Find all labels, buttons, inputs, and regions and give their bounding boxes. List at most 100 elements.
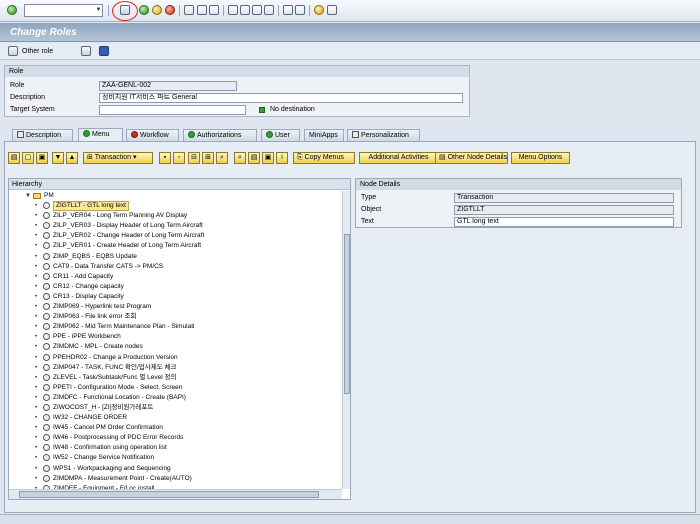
report-icon[interactable]: ▪ xyxy=(159,152,171,164)
tree-item[interactable]: • ZILP_VER02 - Change Header of Long Term… xyxy=(9,231,342,241)
tree-item[interactable]: • ZILP_VER04 - Long Term Planning AV Disp… xyxy=(9,211,342,221)
vertical-scroll-thumb[interactable] xyxy=(344,234,350,394)
tree-item[interactable]: • WPS1 - Workpackaging and Sequencing xyxy=(9,464,342,474)
tree-item[interactable]: • CR12 - Change capacity xyxy=(9,282,342,292)
target-system-field[interactable] xyxy=(99,105,246,115)
transaction-icon xyxy=(43,454,50,462)
transaction-icon xyxy=(43,343,50,351)
exit-icon[interactable] xyxy=(152,5,162,15)
other-icon[interactable]: ▫ xyxy=(173,152,185,164)
shortcut-icon[interactable] xyxy=(295,5,305,15)
cancel-icon[interactable] xyxy=(165,5,175,15)
search-icon[interactable]: ⌕ xyxy=(234,152,246,164)
type-field[interactable]: Transaction xyxy=(454,193,674,203)
tree-item[interactable]: • ZIMDMPA - Measurement Point - Create(AU… xyxy=(9,474,342,484)
role-field[interactable]: ZAA-GENL-002 xyxy=(99,81,237,91)
toolbar-separator xyxy=(223,5,224,16)
personalization-icon xyxy=(352,131,359,138)
vertical-scrollbar[interactable] xyxy=(342,191,350,489)
tree-item[interactable]: • ZIMP063 - File link error 조회 xyxy=(9,312,342,322)
help-icon[interactable] xyxy=(314,5,324,15)
next-page-icon[interactable] xyxy=(252,5,262,15)
copy-menus-button[interactable]: ⎘ Copy Menus xyxy=(293,152,355,164)
new-session-icon[interactable] xyxy=(283,5,293,15)
collapse-icon[interactable]: ⊟ xyxy=(188,152,200,164)
tab-personalization[interactable]: Personalization xyxy=(347,129,420,141)
tree-item-label: ZILP_VER03 - Display Header of Long Term… xyxy=(53,222,203,230)
hierarchy-panel: Hierarchy ▼ PM • ZIGTLLT - GTL long text •… xyxy=(8,178,351,500)
delete-node-icon[interactable]: ▣ xyxy=(36,152,48,164)
tree-item[interactable]: • ZIMDMC - MPL - Create nodes xyxy=(9,342,342,352)
toolbar-separator xyxy=(108,5,109,16)
tree-item[interactable]: • ZIMP047 - TASK, FUNC 확인/업사제도 체크 xyxy=(9,363,342,373)
tree-item[interactable]: • ZIWOCOST_H - [ZI]정비원가레포트 xyxy=(9,403,342,413)
last-page-icon[interactable] xyxy=(264,5,274,15)
move-down-icon[interactable]: ▼ xyxy=(52,152,64,164)
tab-user[interactable]: User xyxy=(261,129,300,141)
save-icon[interactable] xyxy=(120,5,130,15)
tree-item[interactable]: • PPETI - Configuration Mode - Select. Sc… xyxy=(9,383,342,393)
tree-item[interactable]: • ZLEVEL - Task/Subtask/Func 별 Level 정의 xyxy=(9,373,342,383)
other-role-button[interactable]: Other role xyxy=(22,46,53,58)
first-page-icon[interactable] xyxy=(228,5,238,15)
tree-item[interactable]: • IW45 - Cancel PM Order Confirmation xyxy=(9,423,342,433)
tab-authorizations[interactable]: Authorizations xyxy=(183,129,257,141)
tree-item[interactable]: • PPE - iPPE Workbench xyxy=(9,332,342,342)
transaction-icon xyxy=(43,313,50,321)
tree-item[interactable]: • CR11 - Add Capacity xyxy=(9,272,342,282)
tree-root[interactable]: ▼ PM xyxy=(9,191,342,201)
transaction-icon xyxy=(43,474,50,482)
other-node-details-button[interactable]: ▤ Other Node Details xyxy=(435,152,508,164)
change-display-icon[interactable] xyxy=(8,46,18,56)
tree-item-label: CR13 - Display Capacity xyxy=(53,292,124,300)
tree-item[interactable]: • IW46 - Postprocessing of PDC Error Reco… xyxy=(9,433,342,443)
tree-item[interactable]: • ZIMP_EQBS - EQBS Update xyxy=(9,252,342,262)
back-icon[interactable] xyxy=(139,5,149,15)
menu-options-button[interactable]: Menu Options xyxy=(511,152,570,164)
tree-item[interactable]: • ZIMDFC - Functional Location - Create (… xyxy=(9,393,342,403)
tree-item[interactable]: • PPEHDR02 - Change a Production Version xyxy=(9,353,342,363)
layout-menu-icon[interactable] xyxy=(327,5,337,15)
info-icon[interactable] xyxy=(99,46,109,56)
create-folder-icon[interactable]: ▢ xyxy=(22,152,34,164)
tab-miniapps[interactable]: MiniApps xyxy=(304,129,344,141)
tab-menu[interactable]: Menu xyxy=(78,128,123,141)
tree-item[interactable]: • IW32 - CHANGE ORDER xyxy=(9,413,342,423)
tree-item[interactable]: • CR13 - Display Capacity xyxy=(9,292,342,302)
find-node-icon[interactable]: ⌕ xyxy=(216,152,228,164)
save-menu-icon[interactable]: ▣ xyxy=(262,152,274,164)
horizontal-scroll-thumb[interactable] xyxy=(19,491,319,498)
hierarchy-icon[interactable] xyxy=(81,46,91,56)
tree-item[interactable]: • CAT9 - Data Transfer CATS -> PM/CS xyxy=(9,262,342,272)
move-up-icon[interactable]: ▲ xyxy=(66,152,78,164)
tree-item-label: ZIMP069 - Hyperlink test Program xyxy=(53,303,152,311)
tab-description[interactable]: Description xyxy=(12,129,73,141)
tree-item[interactable]: • ZIMP069 - Hyperlink test Program xyxy=(9,302,342,312)
additional-activities-button[interactable]: Additional Activities xyxy=(359,152,438,164)
tree-item[interactable]: • ZIMP062 - Mid Term Maintenance Plan - S… xyxy=(9,322,342,332)
text-field[interactable]: GTL long text xyxy=(454,217,674,227)
print-menu-icon[interactable]: ▤ xyxy=(248,152,260,164)
horizontal-scrollbar[interactable] xyxy=(9,489,342,499)
tab-workflow[interactable]: Workflow xyxy=(126,129,179,141)
find-icon[interactable] xyxy=(197,5,207,15)
expand-all-icon[interactable]: ▤ xyxy=(8,152,20,164)
tree-item[interactable]: • IW48 - Confirmation using operation lis… xyxy=(9,443,342,453)
object-field[interactable]: ZIGTLLT xyxy=(454,205,674,215)
transaction-button[interactable]: ⊞ Transaction ▾ xyxy=(83,152,153,164)
expand-icon[interactable]: ⊞ xyxy=(202,152,214,164)
chevron-down-icon[interactable]: ▼ xyxy=(25,191,31,201)
chevron-down-icon[interactable]: ▼ xyxy=(95,5,102,15)
enter-icon[interactable] xyxy=(7,5,17,15)
tree-item[interactable]: • IW52 - Change Service Notification xyxy=(9,453,342,463)
bullet-icon: • xyxy=(35,343,38,351)
description-field[interactable]: 정비지원 IT서비스 파트 General xyxy=(99,93,463,103)
find-next-icon[interactable] xyxy=(209,5,219,15)
command-field[interactable] xyxy=(24,4,103,17)
tree-item[interactable]: • ZILP_VER01 - Create Header of Long Term… xyxy=(9,241,342,251)
tree-item[interactable]: • ZILP_VER03 - Display Header of Long Ter… xyxy=(9,221,342,231)
previous-page-icon[interactable] xyxy=(240,5,250,15)
info-icon[interactable]: i xyxy=(276,152,288,164)
print-icon[interactable] xyxy=(184,5,194,15)
tree-item[interactable]: • ZIGTLLT - GTL long text xyxy=(9,201,342,212)
